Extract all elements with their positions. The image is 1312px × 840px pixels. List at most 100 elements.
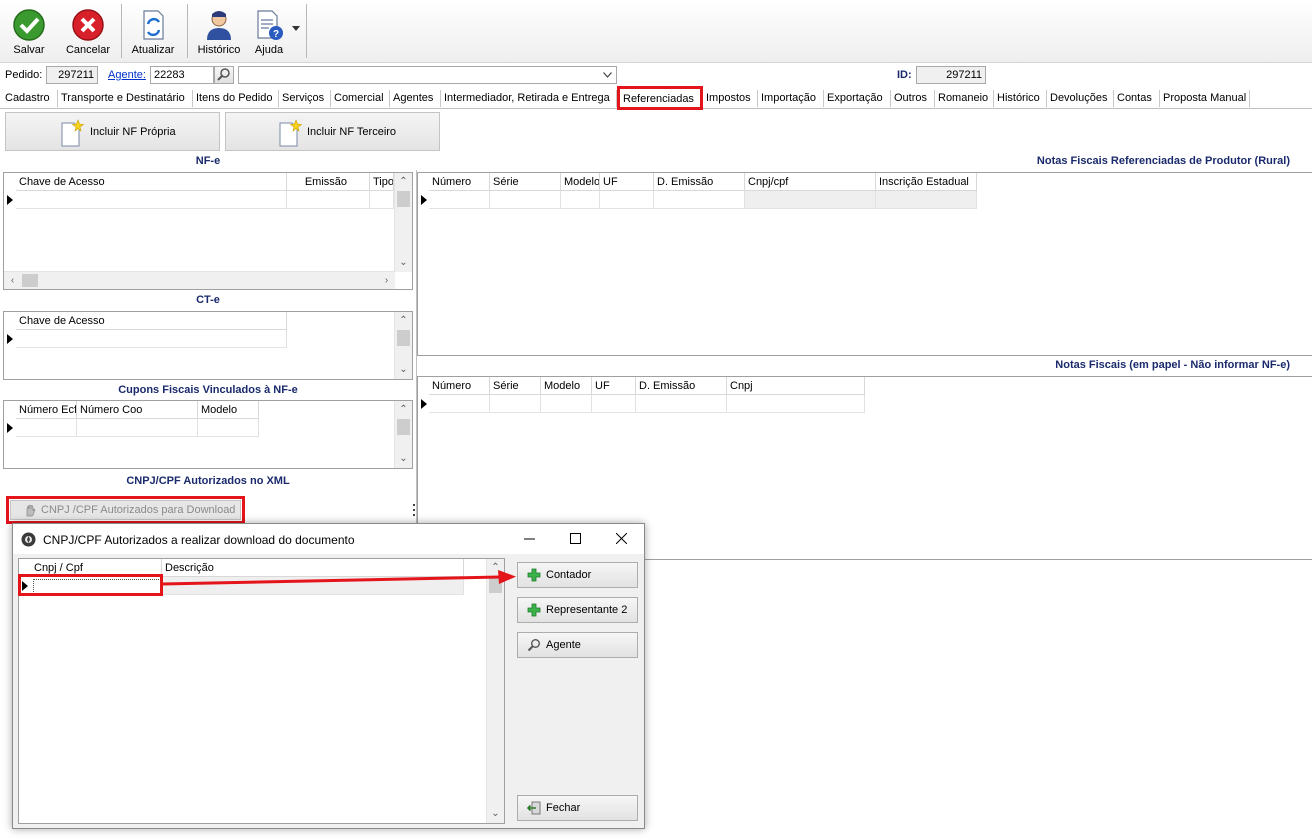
dialog-titlebar[interactable]: CNPJ/CPF Autorizados a realizar download…: [13, 524, 644, 554]
agente-search-button[interactable]: [214, 66, 234, 84]
scroll-thumb[interactable]: [397, 330, 410, 346]
table-cell[interactable]: [745, 191, 876, 209]
refresh-button[interactable]: Atualizar: [128, 4, 178, 60]
agente-name-select[interactable]: [238, 66, 617, 84]
save-button[interactable]: Salvar: [6, 4, 52, 60]
fechar-button[interactable]: Fechar: [517, 795, 638, 821]
cupons-grid[interactable]: Número Ecf Número Coo Modelo ⌃ ⌄: [3, 400, 413, 469]
tab-referenciadas[interactable]: Referenciadas: [617, 86, 703, 110]
produtor-grid[interactable]: Número Série Modelo UF D. Emissão Cnpj/c…: [417, 172, 1312, 356]
tab-proposta-manual[interactable]: Proposta Manual: [1160, 90, 1250, 107]
cancel-button[interactable]: Cancelar: [62, 4, 114, 60]
nfe-vertical-scrollbar[interactable]: ⌃ ⌄: [394, 173, 412, 272]
scroll-left-icon[interactable]: ‹: [4, 274, 21, 288]
tab-impostos[interactable]: Impostos: [703, 90, 758, 107]
representante-button[interactable]: Representante 2: [517, 597, 638, 623]
table-cell[interactable]: [198, 419, 259, 437]
scroll-down-icon[interactable]: ⌄: [395, 256, 412, 270]
nfe-grid[interactable]: Chave de Acesso Emissão Tipo ⌃ ⌄ ‹ ›: [3, 172, 413, 290]
scroll-right-icon[interactable]: ›: [378, 274, 395, 288]
scroll-thumb[interactable]: [22, 274, 38, 287]
nfe-horizontal-scrollbar[interactable]: ‹ ›: [4, 271, 395, 289]
tab-romaneio[interactable]: Romaneio: [935, 90, 994, 107]
papel-col-emissao[interactable]: D. Emissão: [636, 377, 727, 395]
tab-itens-pedido[interactable]: Itens do Pedido: [193, 90, 279, 107]
minimize-button[interactable]: [507, 524, 553, 554]
table-cell[interactable]: [654, 191, 745, 209]
cupons-col-ecf[interactable]: Número Ecf: [16, 401, 77, 419]
table-cell[interactable]: [287, 191, 370, 209]
produtor-col-modelo[interactable]: Modelo: [561, 173, 600, 191]
cte-grid[interactable]: Chave de Acesso ⌃ ⌄: [3, 311, 413, 380]
scroll-thumb[interactable]: [397, 191, 410, 207]
scroll-down-icon[interactable]: ⌄: [395, 452, 412, 466]
maximize-button[interactable]: [553, 524, 599, 554]
scroll-up-icon[interactable]: ⌃: [395, 314, 412, 328]
table-cell[interactable]: [636, 395, 727, 413]
tab-exportacao[interactable]: Exportação: [824, 90, 891, 107]
table-cell[interactable]: [16, 330, 287, 348]
dialog-cnpj-grid[interactable]: Cnpj / Cpf Descrição ⌃ ⌄: [18, 558, 505, 824]
dialog-vertical-scrollbar[interactable]: ⌃ ⌄: [486, 559, 504, 823]
agente-link[interactable]: Agente:: [108, 69, 146, 81]
table-cell[interactable]: [876, 191, 977, 209]
table-cell[interactable]: [727, 395, 865, 413]
tab-servicos[interactable]: Serviços: [279, 90, 331, 107]
table-cell[interactable]: [429, 191, 490, 209]
close-button[interactable]: [599, 524, 644, 554]
agente-code-field[interactable]: 22283: [150, 66, 214, 84]
produtor-col-uf[interactable]: UF: [600, 173, 654, 191]
produtor-col-serie[interactable]: Série: [490, 173, 561, 191]
produtor-col-emissao[interactable]: D. Emissão: [654, 173, 745, 191]
table-cell[interactable]: [592, 395, 636, 413]
produtor-col-ie[interactable]: Inscrição Estadual: [876, 173, 977, 191]
scroll-thumb[interactable]: [397, 419, 410, 435]
nfe-col-chave[interactable]: Chave de Acesso: [16, 173, 287, 191]
help-dropdown-arrow-icon[interactable]: [292, 26, 300, 31]
cte-vertical-scrollbar[interactable]: ⌃ ⌄: [394, 312, 412, 379]
nfe-col-emissao[interactable]: Emissão: [287, 173, 370, 191]
tab-importacao[interactable]: Importação: [758, 90, 824, 107]
papel-col-modelo[interactable]: Modelo: [541, 377, 592, 395]
tab-transporte[interactable]: Transporte e Destinatário: [58, 90, 193, 107]
tab-outros[interactable]: Outros: [891, 90, 935, 107]
table-cell[interactable]: [370, 191, 394, 209]
tab-comercial[interactable]: Comercial: [331, 90, 390, 107]
incluir-nf-terceiro-button[interactable]: Incluir NF Terceiro: [225, 112, 440, 151]
table-cell[interactable]: [490, 191, 561, 209]
pedido-field[interactable]: 297211: [46, 66, 98, 84]
tab-contas[interactable]: Contas: [1114, 90, 1160, 107]
table-cell[interactable]: [16, 191, 287, 209]
table-cell[interactable]: [561, 191, 600, 209]
incluir-nf-propria-button[interactable]: Incluir NF Própria: [5, 112, 220, 151]
cte-col-chave[interactable]: Chave de Acesso: [16, 312, 287, 330]
table-cell[interactable]: [429, 395, 490, 413]
scroll-down-icon[interactable]: ⌄: [487, 807, 504, 821]
table-cell[interactable]: [600, 191, 654, 209]
tab-cadastro[interactable]: Cadastro: [2, 90, 58, 107]
tab-agentes[interactable]: Agentes: [390, 90, 441, 107]
papel-col-numero[interactable]: Número: [429, 377, 490, 395]
table-cell[interactable]: [77, 419, 198, 437]
cupons-col-modelo[interactable]: Modelo: [198, 401, 259, 419]
papel-col-uf[interactable]: UF: [592, 377, 636, 395]
table-cell[interactable]: [490, 395, 541, 413]
scroll-up-icon[interactable]: ⌃: [395, 175, 412, 189]
table-cell[interactable]: [541, 395, 592, 413]
papel-col-cnpj[interactable]: Cnpj: [727, 377, 865, 395]
scroll-down-icon[interactable]: ⌄: [395, 363, 412, 377]
cupons-col-coo[interactable]: Número Coo: [77, 401, 198, 419]
table-cell[interactable]: [16, 419, 77, 437]
contador-button[interactable]: Contador: [517, 562, 638, 588]
produtor-col-cnpj[interactable]: Cnpj/cpf: [745, 173, 876, 191]
papel-col-serie[interactable]: Série: [490, 377, 541, 395]
help-button[interactable]: ? Ajuda: [250, 4, 288, 60]
nfe-col-tipo[interactable]: Tipo: [370, 173, 394, 191]
scroll-up-icon[interactable]: ⌃: [395, 403, 412, 417]
produtor-col-numero[interactable]: Número: [429, 173, 490, 191]
history-button[interactable]: Histórico: [194, 4, 244, 60]
tab-intermediador[interactable]: Intermediador, Retirada e Entrega: [441, 90, 617, 107]
cupons-vertical-scrollbar[interactable]: ⌃ ⌄: [394, 401, 412, 468]
tab-devolucoes[interactable]: Devoluções: [1047, 90, 1114, 107]
tab-historico[interactable]: Histórico: [994, 90, 1047, 107]
